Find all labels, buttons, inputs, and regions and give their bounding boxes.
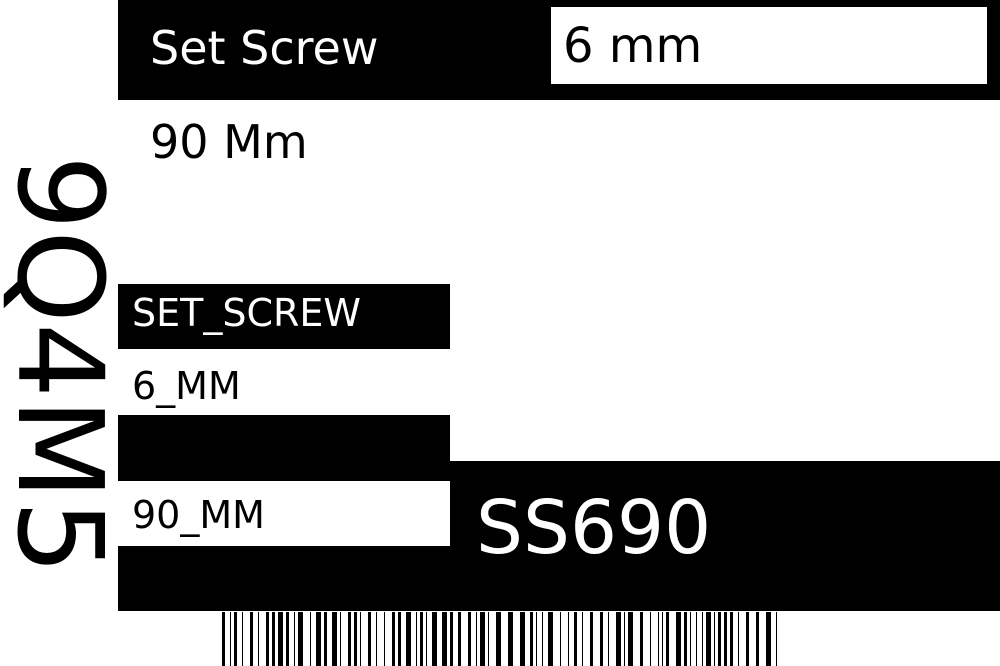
barcode-bar xyxy=(714,612,715,666)
barcode-bar xyxy=(442,612,447,666)
barcode-bar xyxy=(508,612,513,666)
barcode-bar xyxy=(724,612,727,666)
barcode-bar xyxy=(406,612,411,666)
barcode-bar xyxy=(266,612,269,666)
barcode-bar xyxy=(640,612,643,666)
barcode-bar xyxy=(582,612,583,666)
barcode-bar xyxy=(600,612,603,666)
barcode-bar xyxy=(230,612,231,666)
barcode-bar xyxy=(684,612,687,666)
barcode-bar xyxy=(730,612,733,666)
barcode-bar xyxy=(690,612,691,666)
barcode-bar xyxy=(416,612,417,666)
barcode-bar xyxy=(258,612,259,666)
barcode-bar xyxy=(392,612,395,666)
barcode-bar xyxy=(242,612,243,666)
barcode-bar xyxy=(658,612,659,666)
size-field: 6_MM xyxy=(132,364,241,408)
length-value: 90 Mm xyxy=(150,115,308,169)
barcode-bar xyxy=(340,612,341,666)
barcode-bar xyxy=(496,612,501,666)
black-block xyxy=(118,546,450,611)
barcode-bar xyxy=(360,612,361,666)
barcode-bar xyxy=(348,612,351,666)
barcode-bar xyxy=(316,612,321,666)
barcode-bar xyxy=(458,612,461,666)
barcode-bar xyxy=(332,612,337,666)
barcode-bar xyxy=(746,612,749,666)
black-block xyxy=(118,415,450,481)
barcode-bar xyxy=(548,612,553,666)
barcode-bar xyxy=(706,612,711,666)
barcode-bar xyxy=(324,612,327,666)
barcode-bar xyxy=(536,612,537,666)
barcode-bar xyxy=(450,612,453,666)
barcode-bar xyxy=(488,612,489,666)
sku-code: SS690 xyxy=(476,485,712,571)
barcode-bar xyxy=(432,612,437,666)
barcode-bar xyxy=(756,612,759,666)
barcode-bar xyxy=(702,612,703,666)
barcode-bar xyxy=(298,612,303,666)
length-field: 90_MM xyxy=(132,493,265,537)
barcode-bar xyxy=(426,612,427,666)
barcode-bar xyxy=(222,612,225,666)
barcode-bar xyxy=(568,612,569,666)
barcode-bar xyxy=(250,612,253,666)
barcode-bar xyxy=(420,612,423,666)
barcode-bar xyxy=(476,612,477,666)
barcode-bar xyxy=(624,612,625,666)
barcode-bar xyxy=(530,612,533,666)
barcode-bar xyxy=(376,612,377,666)
barcode-bar xyxy=(776,612,777,666)
barcode-bar xyxy=(628,612,633,666)
barcode-bar xyxy=(310,612,311,666)
barcode-bar xyxy=(272,612,275,666)
barcode-bar xyxy=(234,612,237,666)
barcode-bar xyxy=(294,612,295,666)
vertical-code: 9Q4M5 xyxy=(0,155,129,575)
barcode-bar xyxy=(286,612,289,666)
barcode-bar xyxy=(480,612,485,666)
barcode-bar xyxy=(368,612,371,666)
barcode-bar xyxy=(766,612,771,666)
barcode-bar xyxy=(354,612,357,666)
barcode-bar xyxy=(738,612,739,666)
barcode-bar xyxy=(520,612,525,666)
barcode-bar xyxy=(666,612,669,666)
barcode-bar xyxy=(608,612,609,666)
product-name: Set Screw xyxy=(150,21,379,75)
barcode-bar xyxy=(696,612,697,666)
barcode-bar xyxy=(650,612,651,666)
barcode-bar xyxy=(542,612,543,666)
barcode-bar xyxy=(590,612,593,666)
barcode-bar xyxy=(616,612,621,666)
barcode-bar xyxy=(560,612,561,666)
barcode xyxy=(222,612,777,666)
barcode-bar xyxy=(718,612,721,666)
barcode-bar xyxy=(384,612,385,666)
size-value: 6 mm xyxy=(563,18,703,74)
barcode-bar xyxy=(676,612,681,666)
barcode-bar xyxy=(574,612,577,666)
barcode-bar xyxy=(398,612,401,666)
barcode-bar xyxy=(662,612,663,666)
product-field: SET_SCREW xyxy=(132,291,361,335)
barcode-bar xyxy=(278,612,283,666)
barcode-bar xyxy=(468,612,471,666)
